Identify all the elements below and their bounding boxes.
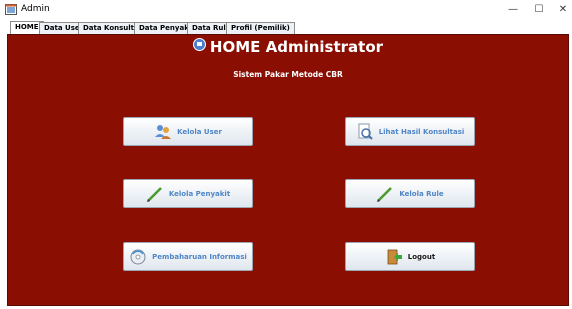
page-title-text: HOME Administrator (209, 38, 384, 56)
logout-door-icon (387, 249, 402, 264)
window-title-bar: Admin — ☐ ✕ (0, 0, 572, 20)
kelola-penyakit-button[interactable]: Kelola Penyakit (123, 179, 253, 208)
refresh-cd-icon (130, 249, 146, 264)
lihat-hasil-konsultasi-button[interactable]: Lihat Hasil Konsultasi (345, 117, 475, 146)
kelola-penyakit-label: Kelola Penyakit (168, 189, 231, 198)
page-title: HOME Administrator (8, 38, 568, 56)
pembaharuan-informasi-label: Pembaharuan Informasi (152, 252, 247, 261)
java-app-icon (5, 4, 17, 15)
kelola-user-button[interactable]: Kelola User (123, 117, 253, 146)
home-icon (192, 38, 206, 51)
kelola-user-label: Kelola User (177, 127, 222, 136)
home-panel: HOME Administrator Sistem Pakar Metode C… (7, 34, 569, 306)
minimize-icon[interactable]: — (504, 2, 522, 18)
kelola-rule-button[interactable]: Kelola Rule (345, 179, 475, 208)
pencil-icon (377, 186, 393, 202)
tab-profil-pemilik[interactable]: Profil (Pemilik) (226, 22, 295, 34)
kelola-rule-label: Kelola Rule (399, 189, 444, 198)
close-icon[interactable]: ✕ (554, 2, 572, 18)
window-title: Admin (21, 4, 50, 14)
logout-button[interactable]: Logout (345, 242, 475, 271)
logout-label: Logout (407, 252, 436, 261)
document-search-icon (358, 123, 373, 140)
lihat-hasil-konsultasi-label: Lihat Hasil Konsultasi (378, 127, 465, 136)
tab-strip: HOME Data User Data Konsultasi Data Peny… (0, 20, 572, 34)
pencil-icon (146, 186, 162, 202)
pembaharuan-informasi-button[interactable]: Pembaharuan Informasi (123, 242, 253, 271)
page-subtitle: Sistem Pakar Metode CBR (233, 70, 343, 79)
users-icon (155, 124, 172, 139)
maximize-icon[interactable]: ☐ (530, 2, 548, 18)
